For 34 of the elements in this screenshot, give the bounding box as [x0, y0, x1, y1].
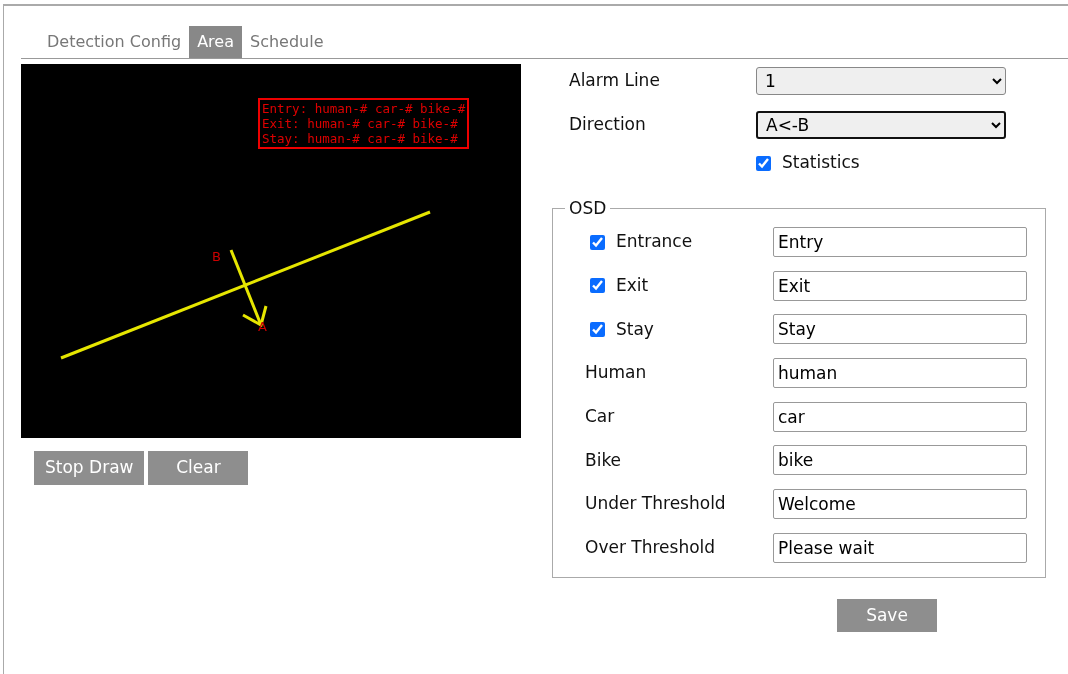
field-label: Under Threshold — [585, 492, 726, 516]
alarm-line-label: Alarm Line — [569, 69, 661, 93]
tab[interactable]: Area — [189, 26, 242, 58]
osd-legend: OSD — [565, 200, 611, 217]
field-label: Exit — [616, 273, 649, 297]
tab[interactable]: Detection Config — [39, 26, 190, 58]
field-label: Car — [585, 405, 615, 428]
field-label: Stay — [616, 317, 654, 341]
text-field[interactable]: Please wait — [773, 532, 1027, 563]
overlay-text: Exit: human-# car-# bike-# — [262, 116, 459, 131]
text-field[interactable]: bike — [773, 445, 1027, 476]
osd-checkbox[interactable] — [590, 321, 605, 337]
field-label: Bike — [585, 448, 622, 472]
field-label: Over Threshold — [585, 536, 716, 560]
text-field[interactable]: human — [773, 358, 1027, 389]
text-field[interactable]: car — [773, 401, 1027, 432]
overlay-text: Stay: human-# car-# bike-# — [262, 131, 459, 146]
alarm-line-select[interactable]: 1 — [756, 67, 1006, 95]
point-label: B — [212, 250, 221, 263]
text-field[interactable]: Exit — [773, 270, 1027, 301]
direction-select[interactable]: A<-B — [756, 111, 1006, 139]
statistics-label: Statistics — [782, 151, 860, 175]
statistics-checkbox[interactable] — [756, 155, 771, 171]
text-field[interactable]: Welcome — [773, 489, 1027, 520]
direction-label: Direction — [569, 113, 647, 137]
point-label: A — [258, 320, 267, 333]
text-field[interactable]: Stay — [773, 314, 1027, 345]
osd-checkbox[interactable] — [590, 278, 605, 294]
field-label: Human — [585, 361, 647, 385]
osd-checkbox[interactable] — [590, 234, 605, 250]
overlay-text: Entry: human-# car-# bike-# — [262, 101, 466, 116]
field-label: Entrance — [616, 230, 693, 254]
text-field[interactable]: Entry — [773, 227, 1027, 257]
tab[interactable]: Schedule — [242, 26, 332, 58]
